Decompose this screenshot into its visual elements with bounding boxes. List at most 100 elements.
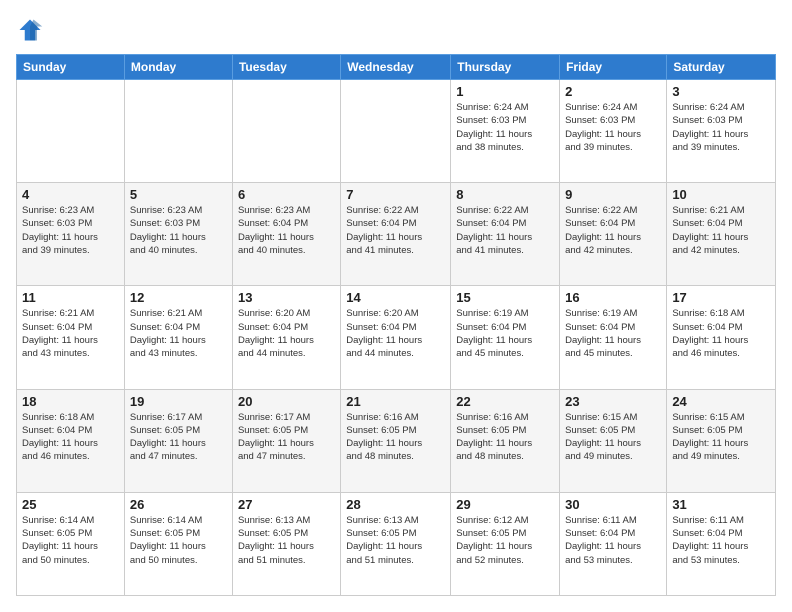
calendar-cell: 3 Sunrise: 6:24 AM Sunset: 6:03 PM Daylig… — [667, 80, 776, 183]
day-info: Sunrise: 6:13 AM Sunset: 6:05 PM Dayligh… — [238, 514, 335, 567]
calendar-cell — [124, 80, 232, 183]
calendar-cell: 6 Sunrise: 6:23 AM Sunset: 6:04 PM Daylig… — [232, 183, 340, 286]
calendar-cell: 10 Sunrise: 6:21 AM Sunset: 6:04 PM Dayli… — [667, 183, 776, 286]
day-info: Sunrise: 6:16 AM Sunset: 6:05 PM Dayligh… — [456, 411, 554, 464]
day-number: 5 — [130, 187, 227, 202]
calendar-cell: 28 Sunrise: 6:13 AM Sunset: 6:05 PM Dayli… — [341, 492, 451, 595]
day-number: 16 — [565, 290, 661, 305]
day-info: Sunrise: 6:11 AM Sunset: 6:04 PM Dayligh… — [565, 514, 661, 567]
day-info: Sunrise: 6:11 AM Sunset: 6:04 PM Dayligh… — [672, 514, 770, 567]
calendar-cell: 13Sunrise: 6:20 AM Sunset: 6:04 PM Dayli… — [232, 286, 340, 389]
calendar-cell: 2 Sunrise: 6:24 AM Sunset: 6:03 PM Daylig… — [560, 80, 667, 183]
day-info: Sunrise: 6:21 AM Sunset: 6:04 PM Dayligh… — [672, 204, 770, 257]
day-number: 20 — [238, 394, 335, 409]
calendar-week-4: 18 Sunrise: 6:18 AM Sunset: 6:04 PM Dayli… — [17, 389, 776, 492]
calendar-cell: 14Sunrise: 6:20 AM Sunset: 6:04 PM Dayli… — [341, 286, 451, 389]
calendar-header-saturday: Saturday — [667, 55, 776, 80]
day-info: Sunrise: 6:17 AM Sunset: 6:05 PM Dayligh… — [130, 411, 227, 464]
calendar-cell — [17, 80, 125, 183]
day-number: 12 — [130, 290, 227, 305]
day-info: Sunrise: 6:21 AM Sunset: 6:04 PM Dayligh… — [130, 307, 227, 360]
day-number: 7 — [346, 187, 445, 202]
calendar-cell: 17 Sunrise: 6:18 AM Sunset: 6:04 PM Dayli… — [667, 286, 776, 389]
header — [16, 16, 776, 44]
calendar-cell — [232, 80, 340, 183]
day-number: 13 — [238, 290, 335, 305]
calendar-cell: 30Sunrise: 6:11 AM Sunset: 6:04 PM Dayli… — [560, 492, 667, 595]
calendar-cell: 11Sunrise: 6:21 AM Sunset: 6:04 PM Dayli… — [17, 286, 125, 389]
day-number: 28 — [346, 497, 445, 512]
day-number: 18 — [22, 394, 119, 409]
day-number: 15 — [456, 290, 554, 305]
calendar-cell: 15 Sunrise: 6:19 AM Sunset: 6:04 PM Dayli… — [451, 286, 560, 389]
calendar-cell: 4 Sunrise: 6:23 AM Sunset: 6:03 PM Daylig… — [17, 183, 125, 286]
day-info: Sunrise: 6:22 AM Sunset: 6:04 PM Dayligh… — [346, 204, 445, 257]
logo-icon — [16, 16, 44, 44]
day-info: Sunrise: 6:24 AM Sunset: 6:03 PM Dayligh… — [565, 101, 661, 154]
day-number: 27 — [238, 497, 335, 512]
day-number: 21 — [346, 394, 445, 409]
calendar-cell: 18 Sunrise: 6:18 AM Sunset: 6:04 PM Dayli… — [17, 389, 125, 492]
calendar-header-tuesday: Tuesday — [232, 55, 340, 80]
calendar-table: SundayMondayTuesdayWednesdayThursdayFrid… — [16, 54, 776, 596]
calendar-header-wednesday: Wednesday — [341, 55, 451, 80]
calendar-header-thursday: Thursday — [451, 55, 560, 80]
day-number: 6 — [238, 187, 335, 202]
calendar-header-row: SundayMondayTuesdayWednesdayThursdayFrid… — [17, 55, 776, 80]
calendar-cell: 29Sunrise: 6:12 AM Sunset: 6:05 PM Dayli… — [451, 492, 560, 595]
calendar-cell: 23Sunrise: 6:15 AM Sunset: 6:05 PM Dayli… — [560, 389, 667, 492]
calendar-header-sunday: Sunday — [17, 55, 125, 80]
calendar-cell: 25 Sunrise: 6:14 AM Sunset: 6:05 PM Dayli… — [17, 492, 125, 595]
day-info: Sunrise: 6:14 AM Sunset: 6:05 PM Dayligh… — [22, 514, 119, 567]
day-info: Sunrise: 6:18 AM Sunset: 6:04 PM Dayligh… — [22, 411, 119, 464]
day-number: 14 — [346, 290, 445, 305]
day-info: Sunrise: 6:22 AM Sunset: 6:04 PM Dayligh… — [456, 204, 554, 257]
day-info: Sunrise: 6:21 AM Sunset: 6:04 PM Dayligh… — [22, 307, 119, 360]
day-info: Sunrise: 6:22 AM Sunset: 6:04 PM Dayligh… — [565, 204, 661, 257]
day-number: 31 — [672, 497, 770, 512]
calendar-week-2: 4 Sunrise: 6:23 AM Sunset: 6:03 PM Daylig… — [17, 183, 776, 286]
day-number: 10 — [672, 187, 770, 202]
page: SundayMondayTuesdayWednesdayThursdayFrid… — [0, 0, 792, 612]
calendar-cell: 16Sunrise: 6:19 AM Sunset: 6:04 PM Dayli… — [560, 286, 667, 389]
day-info: Sunrise: 6:19 AM Sunset: 6:04 PM Dayligh… — [456, 307, 554, 360]
calendar-cell: 20 Sunrise: 6:17 AM Sunset: 6:05 PM Dayli… — [232, 389, 340, 492]
logo — [16, 16, 48, 44]
calendar-cell: 27 Sunrise: 6:13 AM Sunset: 6:05 PM Dayli… — [232, 492, 340, 595]
day-info: Sunrise: 6:23 AM Sunset: 6:03 PM Dayligh… — [22, 204, 119, 257]
calendar-cell: 5 Sunrise: 6:23 AM Sunset: 6:03 PM Daylig… — [124, 183, 232, 286]
calendar-week-5: 25 Sunrise: 6:14 AM Sunset: 6:05 PM Dayli… — [17, 492, 776, 595]
day-info: Sunrise: 6:23 AM Sunset: 6:03 PM Dayligh… — [130, 204, 227, 257]
day-info: Sunrise: 6:24 AM Sunset: 6:03 PM Dayligh… — [672, 101, 770, 154]
day-info: Sunrise: 6:16 AM Sunset: 6:05 PM Dayligh… — [346, 411, 445, 464]
calendar-cell: 21 Sunrise: 6:16 AM Sunset: 6:05 PM Dayli… — [341, 389, 451, 492]
day-number: 3 — [672, 84, 770, 99]
day-number: 2 — [565, 84, 661, 99]
day-info: Sunrise: 6:14 AM Sunset: 6:05 PM Dayligh… — [130, 514, 227, 567]
day-info: Sunrise: 6:15 AM Sunset: 6:05 PM Dayligh… — [672, 411, 770, 464]
day-number: 8 — [456, 187, 554, 202]
day-number: 17 — [672, 290, 770, 305]
calendar-cell: 22 Sunrise: 6:16 AM Sunset: 6:05 PM Dayli… — [451, 389, 560, 492]
day-info: Sunrise: 6:18 AM Sunset: 6:04 PM Dayligh… — [672, 307, 770, 360]
day-info: Sunrise: 6:23 AM Sunset: 6:04 PM Dayligh… — [238, 204, 335, 257]
calendar-cell: 31 Sunrise: 6:11 AM Sunset: 6:04 PM Dayli… — [667, 492, 776, 595]
calendar-cell: 24Sunrise: 6:15 AM Sunset: 6:05 PM Dayli… — [667, 389, 776, 492]
calendar-cell: 8 Sunrise: 6:22 AM Sunset: 6:04 PM Daylig… — [451, 183, 560, 286]
day-number: 19 — [130, 394, 227, 409]
calendar-header-monday: Monday — [124, 55, 232, 80]
day-info: Sunrise: 6:24 AM Sunset: 6:03 PM Dayligh… — [456, 101, 554, 154]
calendar-cell: 12 Sunrise: 6:21 AM Sunset: 6:04 PM Dayli… — [124, 286, 232, 389]
calendar-week-3: 11Sunrise: 6:21 AM Sunset: 6:04 PM Dayli… — [17, 286, 776, 389]
calendar-cell — [341, 80, 451, 183]
calendar-header-friday: Friday — [560, 55, 667, 80]
day-number: 22 — [456, 394, 554, 409]
day-number: 4 — [22, 187, 119, 202]
day-number: 25 — [22, 497, 119, 512]
day-number: 23 — [565, 394, 661, 409]
day-info: Sunrise: 6:17 AM Sunset: 6:05 PM Dayligh… — [238, 411, 335, 464]
day-info: Sunrise: 6:13 AM Sunset: 6:05 PM Dayligh… — [346, 514, 445, 567]
day-number: 1 — [456, 84, 554, 99]
day-number: 29 — [456, 497, 554, 512]
calendar-cell: 7 Sunrise: 6:22 AM Sunset: 6:04 PM Daylig… — [341, 183, 451, 286]
